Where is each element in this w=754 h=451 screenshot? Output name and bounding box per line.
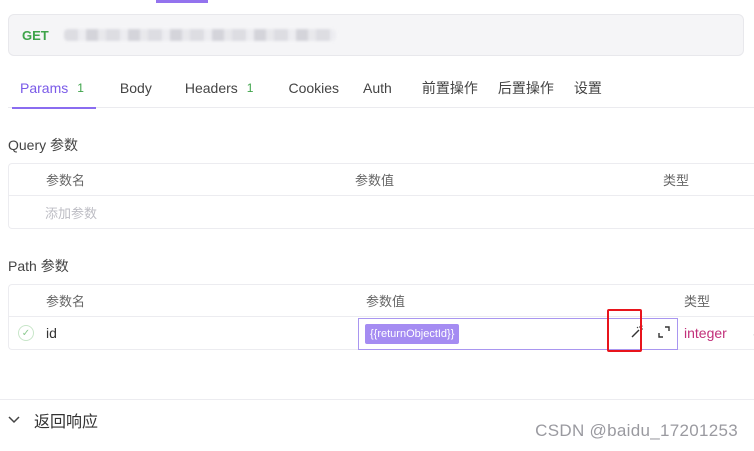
add-param-placeholder[interactable]: 添加参数 xyxy=(45,203,97,222)
highlight-annotation xyxy=(607,309,642,352)
path-section-title: Path 参数 xyxy=(8,258,69,274)
url-blurred[interactable] xyxy=(64,29,336,41)
http-method[interactable]: GET xyxy=(22,28,64,43)
column-value: 参数值 xyxy=(366,294,406,309)
query-section-title: Query 参数 xyxy=(8,137,79,153)
param-type[interactable]: integer xyxy=(684,325,727,341)
chevron-down-icon xyxy=(8,413,24,427)
column-type: 类型 xyxy=(684,294,711,309)
tab-post-operations[interactable]: 后置操作 xyxy=(490,68,566,108)
divider xyxy=(0,399,754,400)
tab-pre-operations[interactable]: 前置操作 xyxy=(404,68,490,108)
url-bar[interactable]: GET xyxy=(8,14,744,56)
table-header: 参数名 参数值 类型 xyxy=(9,285,754,317)
path-params-table: 参数名 参数值 类型 ✓ id {{returnObjectId}} integ… xyxy=(8,284,754,350)
variable-chip[interactable]: {{returnObjectId}} xyxy=(365,324,460,344)
tab-auth[interactable]: Auth xyxy=(351,68,404,108)
watermark: CSDN @baidu_17201253 xyxy=(535,421,738,440)
tab-label: 前置操作 xyxy=(421,80,478,96)
tab-settings[interactable]: 设置 xyxy=(566,68,614,108)
table-row: ✓ id {{returnObjectId}} integer ⌄ xyxy=(9,317,754,350)
column-name: 参数名 xyxy=(46,294,86,309)
query-params-table: 参数名 参数值 类型 添加参数 xyxy=(8,163,754,229)
tab-label: Auth xyxy=(363,80,392,96)
check-circle-icon[interactable]: ✓ xyxy=(18,325,34,341)
request-tabs: Params 1 Body Headers 1 Cookies Auth 前置操… xyxy=(8,68,754,109)
column-value: 参数值 xyxy=(355,173,395,188)
column-type: 类型 xyxy=(663,173,690,188)
table-header: 参数名 参数值 类型 xyxy=(9,164,754,196)
response-label: 返回响应 xyxy=(34,414,99,431)
tab-label: Cookies xyxy=(288,80,340,96)
tab-count: 1 xyxy=(77,81,84,95)
tab-headers[interactable]: Headers 1 xyxy=(164,68,266,108)
column-name: 参数名 xyxy=(46,173,86,188)
add-param-row[interactable]: 添加参数 xyxy=(9,196,754,228)
tab-body[interactable]: Body xyxy=(96,68,164,108)
expand-icon-graphic xyxy=(658,326,670,338)
response-collapse-toggle[interactable]: 返回响应 xyxy=(8,408,98,432)
param-name[interactable]: id xyxy=(46,325,57,341)
tab-label: Body xyxy=(119,80,152,96)
tab-label: 设置 xyxy=(573,80,602,96)
expand-icon[interactable] xyxy=(654,320,674,344)
top-tab-indicator xyxy=(156,0,208,3)
tab-params[interactable]: Params 1 xyxy=(8,68,96,109)
tab-label: 后置操作 xyxy=(497,80,554,96)
tab-label: Headers xyxy=(184,80,238,96)
tab-label: Params xyxy=(20,80,69,96)
tab-cookies[interactable]: Cookies xyxy=(265,68,351,108)
tab-count: 1 xyxy=(246,81,254,95)
